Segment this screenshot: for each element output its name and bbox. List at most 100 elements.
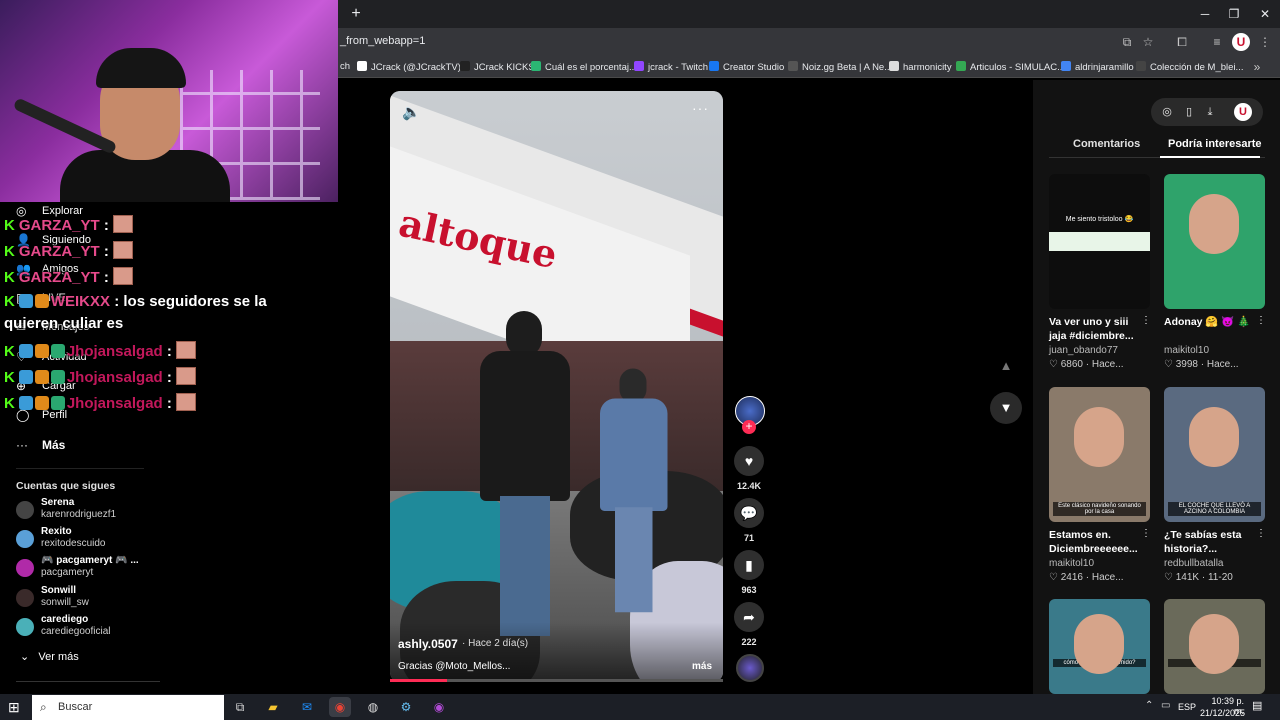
comment-icon[interactable]: 💬 <box>734 498 764 528</box>
bookmark-item[interactable]: Articulos - SIMULAC... <box>956 61 1065 73</box>
tab-comments[interactable]: Comentarios <box>1073 138 1140 150</box>
video-thumbnail[interactable]: cómo has picado dormido? <box>1049 599 1150 694</box>
card-author[interactable]: maikitol10 <box>1049 558 1094 569</box>
video-thumbnail[interactable]: Me siento tristoloo 😂 <box>1049 174 1150 309</box>
chat-username[interactable]: Jhojansalgad <box>67 369 163 386</box>
media-control-icon[interactable]: ≡ <box>1208 33 1226 51</box>
install-app-icon[interactable]: ⧉ <box>1118 33 1136 51</box>
obs-icon[interactable]: ◍ <box>362 697 384 717</box>
user-avatar-icon[interactable]: U <box>1234 103 1252 121</box>
bookmark-icon[interactable]: ▮ <box>734 550 764 580</box>
card-title[interactable]: Adonay 🤗 😈 🎄 <box>1164 315 1259 329</box>
bookmark-label: Colección de M_blei... <box>1150 62 1244 73</box>
card-more-icon[interactable]: ⋮ <box>1256 315 1266 326</box>
followed-account[interactable]: 🎮 pacgameryt 🎮 ... pacgameryt <box>16 555 146 581</box>
network-icon[interactable]: ▭ <box>1161 700 1170 711</box>
followed-account[interactable]: carediego carediegooficial <box>16 614 146 640</box>
card-author[interactable]: redbullbatalla <box>1164 558 1224 569</box>
bookmark-item[interactable]: Cuál es el porcentaj... <box>531 61 637 73</box>
app-icon[interactable]: ◉ <box>428 697 450 717</box>
close-window-button[interactable]: ✕ <box>1250 4 1280 24</box>
more-dots-icon[interactable]: ··· <box>16 438 28 452</box>
tab-related[interactable]: Podría interesarte <box>1168 138 1262 150</box>
video-author[interactable]: ashly.0507 <box>398 637 458 651</box>
chat-username[interactable]: Jhojansalgad <box>67 343 163 360</box>
video-player[interactable]: altoque <box>390 91 723 682</box>
tray-chevron-up-icon[interactable]: ⌃ <box>1145 700 1153 711</box>
chat-username[interactable]: WEIKXX <box>51 293 110 310</box>
share-icon[interactable]: ➦ <box>734 602 764 632</box>
account-handle: karenrodriguezf1 <box>41 509 117 520</box>
thumbnail-caption: EL COCHE QUE LLEVÓ A AZCINO A COLOMBIA <box>1168 502 1261 516</box>
followed-account[interactable]: Rexito rexitodescuido <box>16 526 146 552</box>
followed-account[interactable]: Serena karenrodriguezf1 <box>16 497 146 523</box>
sidebar-more[interactable]: Más <box>42 438 65 452</box>
chat-username[interactable]: GARZA_YT <box>19 269 100 286</box>
card-more-icon[interactable]: ⋮ <box>1256 528 1266 539</box>
follow-plus-icon[interactable]: + <box>742 420 756 434</box>
card-more-icon[interactable]: ⋮ <box>1141 528 1151 539</box>
bookmark-item[interactable]: jcrack - Twitch <box>634 61 708 73</box>
card-author[interactable]: juan_obando77 <box>1049 345 1118 356</box>
chrome-icon[interactable]: ◉ <box>329 697 351 717</box>
extensions-icon[interactable]: ⧠ <box>1173 33 1191 51</box>
new-tab-button[interactable]: + <box>346 4 366 24</box>
steam-icon[interactable]: ⚙ <box>395 697 417 717</box>
active-tab-indicator <box>1160 156 1260 158</box>
followed-account[interactable]: Sonwill sonwill_sw <box>16 585 146 611</box>
video-thumbnail[interactable]: EL COCHE QUE LLEVÓ A AZCINO A COLOMBIA <box>1164 387 1265 522</box>
video-thumbnail[interactable]: Este clásico navideño sonando por la cas… <box>1049 387 1150 522</box>
video-progress-bar[interactable] <box>390 679 723 682</box>
phone-icon[interactable]: ▯ <box>1180 103 1198 121</box>
bookmark-item[interactable]: Creator Studio <box>709 61 784 73</box>
bookmark-item[interactable]: JCrack KICKS <box>460 61 535 73</box>
bookmark-favicon-icon <box>531 61 541 71</box>
bookmarks-overflow-icon[interactable]: » <box>1248 58 1266 76</box>
thumbnail-face <box>1074 407 1124 467</box>
chat-username[interactable]: GARZA_YT <box>19 243 100 260</box>
bookmark-favicon-icon <box>634 61 644 71</box>
clock-date[interactable]: 21/12/2025 <box>1200 708 1245 718</box>
url-text[interactable]: _from_webapp=1 <box>340 35 425 47</box>
chat-username[interactable]: Jhojansalgad <box>67 395 163 412</box>
bookmark-item[interactable]: aldrinjaramillo <box>1061 61 1134 73</box>
video-more-icon[interactable]: ··· <box>692 100 709 116</box>
next-video-arrow-icon[interactable]: ▼ <box>990 392 1022 424</box>
previous-video-arrow-icon[interactable]: ▲ <box>990 350 1022 382</box>
download-icon[interactable]: ⤓ <box>1201 103 1219 121</box>
like-heart-icon[interactable]: ♥ <box>734 446 764 476</box>
bookmark-item[interactable]: Colección de M_blei... <box>1136 61 1243 73</box>
outlook-icon[interactable]: ✉ <box>296 697 318 717</box>
language-indicator[interactable]: ESP <box>1178 702 1196 712</box>
video-thumbnail[interactable] <box>1164 174 1265 309</box>
menu-kebab-icon[interactable]: ⋮ <box>1256 33 1274 51</box>
card-title[interactable]: Estamos en. Diciembreeeeee... <box>1049 528 1144 556</box>
kick-badge-icon: K <box>4 217 15 234</box>
bookmark-item[interactable]: Noiz.gg Beta | A Ne... <box>788 61 892 73</box>
chat-username[interactable]: GARZA_YT <box>19 217 100 234</box>
bookmark-label: aldrinjaramillo <box>1075 62 1134 73</box>
bookmark-item[interactable]: ch <box>340 61 350 72</box>
file-explorer-icon[interactable]: ▰ <box>262 697 284 717</box>
bookmark-item[interactable]: JCrack (@JCrackTV)... <box>357 61 469 73</box>
see-more-button[interactable]: ⌄ Ver más <box>20 650 79 663</box>
restore-button[interactable]: ❐ <box>1219 4 1249 24</box>
video-person <box>470 311 570 651</box>
music-disc-avatar[interactable] <box>736 654 764 682</box>
card-title[interactable]: Va ver uno y siii jaja #diciembre... <box>1049 315 1144 343</box>
compass-icon[interactable]: ◎ <box>1158 103 1176 121</box>
caption-more-button[interactable]: más <box>692 661 712 672</box>
volume-icon[interactable]: 🔈 <box>402 103 421 121</box>
bookmark-item[interactable]: harmonicity <box>889 61 952 73</box>
profile-avatar-icon[interactable]: U <box>1232 33 1250 51</box>
card-title[interactable]: ¿Te sabías esta historia?... <box>1164 528 1259 556</box>
minimize-button[interactable]: ─ <box>1190 4 1220 24</box>
bookmark-star-icon[interactable]: ☆ <box>1139 33 1157 51</box>
card-more-icon[interactable]: ⋮ <box>1141 315 1151 326</box>
video-thumbnail[interactable]: EDUCACIÓN <box>1164 599 1265 694</box>
card-author[interactable]: maikitol10 <box>1164 345 1209 356</box>
notification-icon[interactable]: ▤ <box>1252 699 1262 712</box>
task-view-icon[interactable]: ⧉ <box>229 697 251 717</box>
bookmark-label: Cuál es el porcentaj... <box>545 62 637 73</box>
windows-start-icon[interactable]: ⊞ <box>8 699 20 716</box>
